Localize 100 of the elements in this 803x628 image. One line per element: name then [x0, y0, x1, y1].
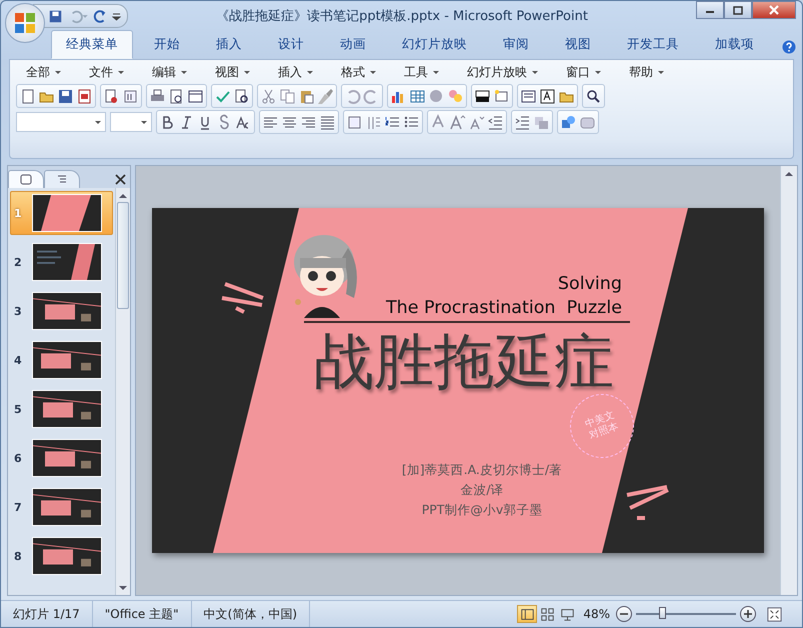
slide-frame-icon	[187, 88, 204, 104]
minimize-button[interactable]	[696, 1, 724, 19]
outline-tab[interactable]	[44, 170, 80, 188]
slide-preview-drawing	[32, 390, 102, 428]
slide-thumbnail[interactable]: 5	[10, 387, 113, 431]
credit-text: PPT制作@小v郭子墨	[422, 501, 542, 519]
justify-icon	[319, 114, 336, 130]
menu-item[interactable]: 编辑	[142, 64, 197, 80]
zoom-in-button[interactable]	[740, 606, 756, 622]
menu-item[interactable]: 窗口	[556, 64, 611, 80]
permission-icon	[103, 88, 120, 104]
slide-counter: 幻灯片 1/17	[1, 601, 93, 627]
menu-item[interactable]: 插入	[268, 64, 323, 80]
new-slide-icon	[493, 88, 510, 104]
shrink-font-icon	[468, 114, 485, 130]
subtitle-text: Solving	[558, 274, 622, 294]
outline-icon	[56, 174, 68, 185]
slide-sorter-icon	[540, 606, 555, 622]
ribbon-tab[interactable]: 开发工具	[612, 30, 694, 59]
accent-stroke-drawing	[625, 485, 670, 520]
slide-show-icon	[560, 606, 575, 622]
normal-view-button[interactable]	[517, 605, 538, 623]
zoom-percentage: 48%	[583, 607, 610, 621]
scrollbar-thumb[interactable]	[117, 202, 129, 309]
slide-thumbnail[interactable]: 3	[10, 289, 113, 333]
slide-preview-drawing	[32, 194, 102, 232]
menu-item[interactable]: 文件	[79, 64, 134, 80]
slide-thumbnail[interactable]: 4	[10, 338, 113, 382]
ribbon-tab[interactable]: 经典菜单	[51, 30, 133, 59]
picture-icon	[447, 88, 464, 104]
font-size-field[interactable]	[110, 112, 152, 132]
slide-preview-drawing	[32, 243, 102, 281]
maximize-button[interactable]	[724, 1, 752, 19]
search-icon	[585, 88, 602, 104]
ribbon-tab[interactable]: 幻灯片放映	[387, 30, 482, 59]
fill-color-icon	[474, 88, 491, 104]
language-indicator: 中文(简体，中国)	[192, 601, 310, 627]
format-painter-button[interactable]	[316, 86, 335, 106]
customize-toolbar-caret-icon[interactable]	[112, 11, 121, 21]
font-name-field[interactable]	[16, 112, 106, 132]
pdf-icon	[76, 88, 93, 104]
slides-tab[interactable]	[8, 170, 44, 188]
menu-item[interactable]: 视图	[205, 64, 260, 80]
menu-item[interactable]: 全部	[16, 64, 71, 80]
text-box-icon	[539, 88, 556, 104]
menu-item[interactable]: 幻灯片放映	[457, 64, 548, 80]
slide-preview-drawing	[32, 439, 102, 477]
copy-icon	[279, 88, 296, 104]
increase-indent-icon	[514, 114, 531, 130]
grow-font-icon	[449, 114, 466, 130]
credit-text: 金波/译	[460, 481, 504, 499]
ribbon-tab[interactable]: 动画	[325, 30, 381, 59]
slide-icon	[20, 174, 32, 185]
cut-icon	[260, 88, 277, 104]
table-icon	[409, 88, 426, 104]
ribbon-tab[interactable]: 插入	[201, 30, 257, 59]
slide-thumbnail[interactable]: 8	[10, 534, 113, 578]
maximize-icon	[733, 6, 743, 14]
slide-preview-drawing	[32, 292, 102, 330]
zoom-out-button[interactable]	[616, 606, 632, 622]
office-button[interactable]	[5, 3, 45, 43]
fit-to-window-icon	[766, 606, 782, 622]
close-button[interactable]	[752, 1, 796, 19]
slide-thumbnail[interactable]: 2	[10, 240, 113, 284]
close-icon[interactable]	[115, 174, 126, 185]
accent-stroke-drawing	[220, 282, 265, 314]
research-icon	[233, 88, 250, 104]
slide-thumbnail[interactable]: 6	[10, 436, 113, 480]
decrease-indent-icon	[487, 114, 504, 130]
help-icon[interactable]	[782, 40, 796, 54]
slide-layout-icon	[520, 88, 537, 104]
credit-text: [加]蒂莫西.A.皮切尔博士/著	[402, 461, 562, 479]
zoom-slider-thumb[interactable]	[659, 607, 666, 619]
plus-icon	[744, 610, 752, 618]
slide-thumbnail[interactable]: 7	[10, 485, 113, 529]
scroll-up-icon[interactable]	[119, 192, 127, 198]
scroll-up-icon[interactable]	[785, 170, 793, 176]
save-icon	[57, 88, 74, 104]
ribbon-tab[interactable]: 设计	[263, 30, 319, 59]
subtitle-text: The Procrastination Puzzle	[386, 298, 622, 318]
window-title: 《战胜拖延症》读书笔记ppt模板.pptx - Microsoft PowerPoint	[215, 8, 589, 25]
ribbon-tab[interactable]: 审阅	[488, 30, 544, 59]
slide-preview-drawing	[32, 537, 102, 575]
ribbon-tab[interactable]: 开始	[139, 30, 195, 59]
theme-name: "Office 主题"	[92, 601, 192, 627]
menu-item[interactable]: 帮助	[619, 64, 674, 80]
slide-preview-drawing	[32, 341, 102, 379]
scroll-down-icon[interactable]	[119, 586, 127, 590]
ribbon-tab[interactable]: 视图	[550, 30, 606, 59]
save-button[interactable]	[48, 8, 63, 24]
format-painter-icon	[317, 88, 334, 104]
close-icon	[768, 5, 780, 15]
shapes-icon	[560, 114, 577, 130]
normal-view-icon	[520, 606, 535, 622]
menu-item[interactable]: 工具	[394, 64, 449, 80]
menu-item[interactable]: 格式	[331, 64, 386, 80]
office-logo-icon	[13, 11, 37, 35]
slide-preview-drawing	[32, 488, 102, 526]
ribbon-tab[interactable]: 加载项	[700, 30, 769, 59]
redo-button[interactable]	[93, 8, 108, 24]
